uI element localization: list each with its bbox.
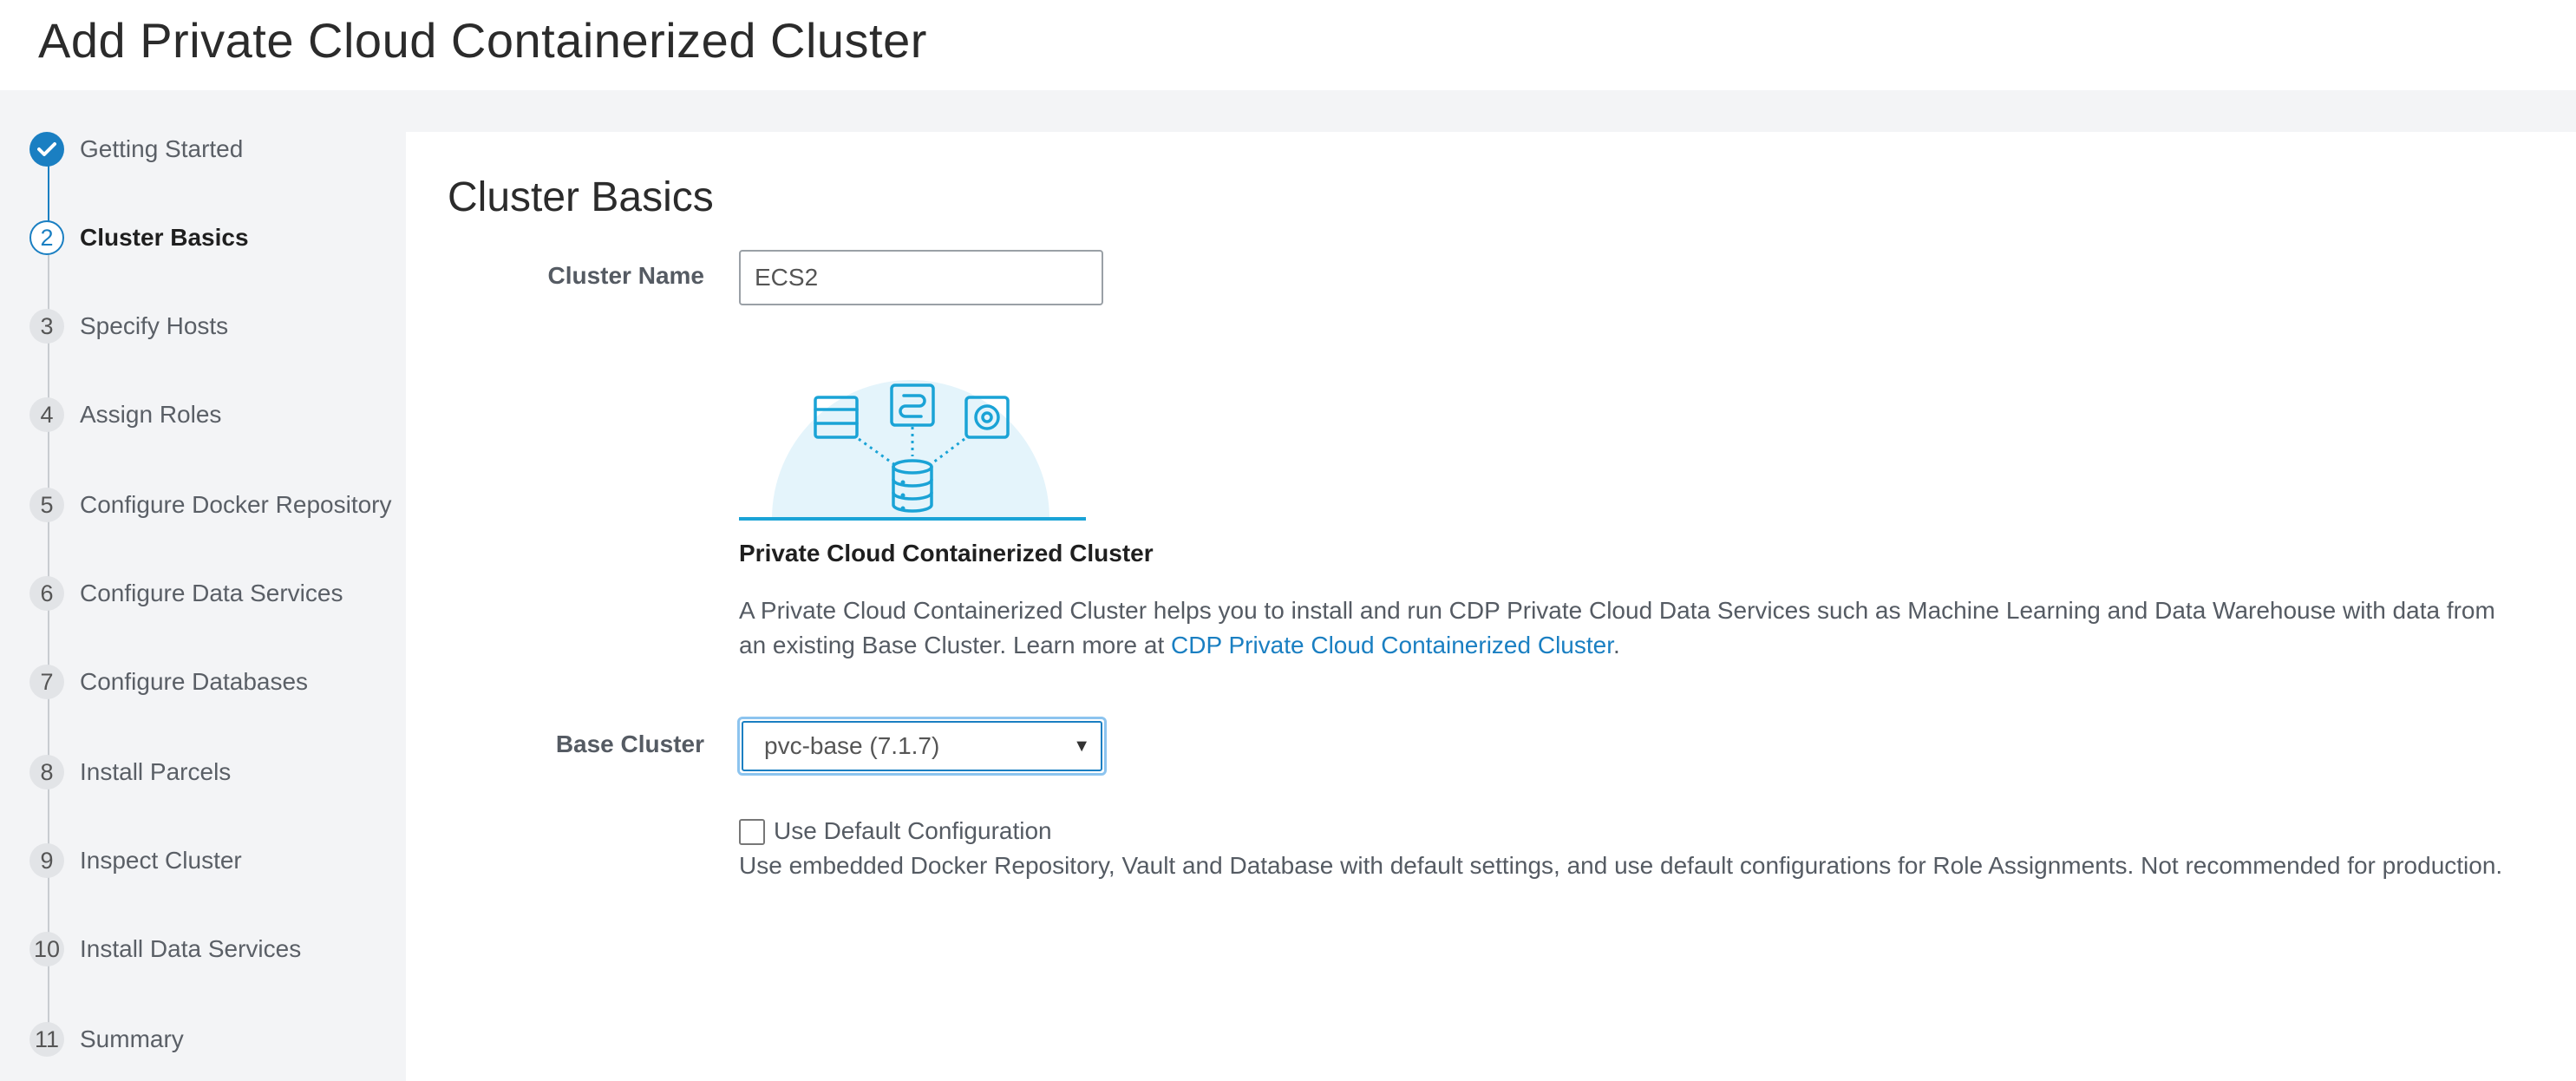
cluster-services-illustration	[739, 344, 1086, 522]
step-label: Install Parcels	[80, 758, 232, 785]
step-label: Summary	[80, 1025, 184, 1052]
use-default-config-checkbox[interactable]	[739, 819, 765, 845]
caret-down-icon: ▼	[1073, 737, 1090, 756]
step-number: 4	[29, 397, 64, 432]
step-number: 7	[29, 665, 64, 699]
cluster-name-label: Cluster Name	[547, 262, 704, 289]
step-summary: 11 Summary	[29, 1020, 184, 1058]
step-configure-docker-repository: 5 Configure Docker Repository	[29, 486, 392, 524]
description-text: A Private Cloud Containerized Cluster he…	[739, 593, 2526, 663]
step-number: 8	[29, 755, 64, 789]
step-label: Assign Roles	[80, 401, 222, 428]
step-label: Cluster Basics	[80, 224, 249, 251]
step-number: 11	[29, 1022, 64, 1057]
step-label: Configure Data Services	[80, 580, 343, 606]
check-icon	[29, 132, 64, 167]
description-title: Private Cloud Containerized Cluster	[739, 540, 1154, 567]
step-label: Configure Databases	[80, 668, 309, 695]
use-default-config-label[interactable]: Use Default Configuration	[774, 817, 1052, 845]
step-configure-data-services: 6 Configure Data Services	[29, 574, 343, 613]
step-label: Getting Started	[80, 135, 244, 162]
step-label: Inspect Cluster	[80, 847, 242, 874]
section-title: Cluster Basics	[448, 174, 714, 220]
step-inspect-cluster: 9 Inspect Cluster	[29, 842, 242, 880]
description-suffix: .	[1613, 632, 1620, 658]
step-install-data-services: 10 Install Data Services	[29, 930, 301, 968]
step-specify-hosts: 3 Specify Hosts	[29, 307, 228, 345]
step-label: Specify Hosts	[80, 312, 229, 339]
base-cluster-label: Base Cluster	[555, 730, 704, 757]
step-label: Configure Docker Repository	[80, 491, 392, 518]
base-cluster-select[interactable]: pvc-base (7.1.7) ▼	[742, 721, 1102, 771]
step-number: 3	[29, 309, 64, 344]
step-number: 2	[29, 220, 64, 255]
step-getting-started[interactable]: Getting Started	[29, 130, 243, 168]
default-config-help-text: Use embedded Docker Repository, Vault an…	[739, 852, 2503, 879]
step-label: Install Data Services	[80, 935, 302, 962]
step-number: 6	[29, 576, 64, 611]
step-number: 9	[29, 843, 64, 878]
page-title: Add Private Cloud Containerized Cluster	[38, 13, 927, 68]
page-header: Add Private Cloud Containerized Cluster	[0, 0, 2576, 90]
step-number: 5	[29, 488, 64, 522]
base-cluster-selected-value: pvc-base (7.1.7)	[764, 732, 940, 759]
step-number: 10	[29, 932, 64, 966]
step-assign-roles: 4 Assign Roles	[29, 396, 221, 434]
base-cluster-select-focus-ring: pvc-base (7.1.7) ▼	[737, 717, 1107, 776]
learn-more-link[interactable]: CDP Private Cloud Containerized Cluster	[1171, 632, 1613, 658]
step-configure-databases: 7 Configure Databases	[29, 663, 308, 701]
cluster-name-input[interactable]	[739, 250, 1103, 305]
step-install-parcels: 8 Install Parcels	[29, 753, 231, 791]
step-cluster-basics[interactable]: 2 Cluster Basics	[29, 219, 249, 257]
